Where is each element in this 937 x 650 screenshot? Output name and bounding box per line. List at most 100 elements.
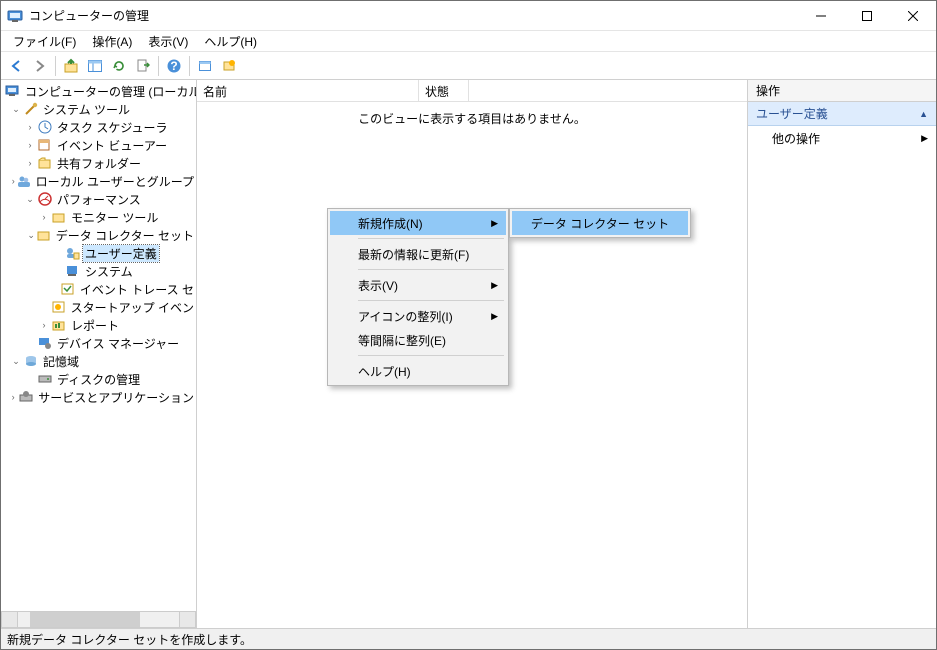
navigation-tree[interactable]: コンピューターの管理 (ローカル) ⌄ システム ツール › タスク スケジュー… — [1, 80, 196, 611]
submenu-arrow-icon: ▶ — [491, 311, 498, 322]
tree-label: ディスクの管理 — [55, 371, 142, 388]
tree-label: ユーザー定義 — [83, 245, 159, 262]
menu-view[interactable]: 表示(V) ▶ — [330, 273, 506, 297]
expand-icon[interactable]: › — [23, 120, 37, 134]
menu-new[interactable]: 新規作成(N) ▶ — [330, 211, 506, 235]
tree-label: デバイス マネージャー — [55, 335, 181, 352]
menu-align-to-grid[interactable]: 等間隔に整列(E) — [330, 328, 506, 352]
column-name[interactable]: 名前 — [197, 80, 419, 101]
actions-item-other[interactable]: 他の操作 ▶ — [748, 126, 936, 151]
tree-root[interactable]: コンピューターの管理 (ローカル) — [1, 82, 196, 100]
tree-data-collector-sets[interactable]: ⌄ データ コレクター セット — [1, 226, 196, 244]
menu-separator — [358, 269, 504, 270]
tool-export-button[interactable] — [132, 55, 154, 77]
tree-storage[interactable]: ⌄ 記憶域 — [1, 352, 196, 370]
tree-local-users[interactable]: › ローカル ユーザーとグループ — [1, 172, 196, 190]
tree-panel: コンピューターの管理 (ローカル) ⌄ システム ツール › タスク スケジュー… — [1, 80, 197, 628]
svg-text:?: ? — [170, 59, 177, 73]
close-button[interactable] — [890, 1, 936, 31]
collapse-icon[interactable]: ⌄ — [9, 354, 23, 368]
event-viewer-icon — [37, 137, 53, 153]
expand-icon[interactable]: › — [23, 156, 37, 170]
tree-task-scheduler[interactable]: › タスク スケジューラ — [1, 118, 196, 136]
scroll-left-button[interactable] — [1, 611, 18, 628]
help-icon: ? — [166, 58, 182, 74]
tool-refresh-button[interactable] — [108, 55, 130, 77]
toolbar-separator — [189, 56, 190, 76]
submenu-data-collector-set[interactable]: データ コレクター セット — [512, 211, 688, 235]
tool-new-window-button[interactable] — [218, 55, 240, 77]
tree-system-dcs[interactable]: システム — [1, 262, 196, 280]
menu-help[interactable]: ヘルプ(H) — [196, 31, 265, 52]
tools-icon — [23, 101, 39, 117]
tool-help-button[interactable]: ? — [163, 55, 185, 77]
menu-refresh[interactable]: 最新の情報に更新(F) — [330, 242, 506, 266]
scroll-thumb[interactable] — [30, 612, 140, 627]
app-icon — [7, 8, 23, 24]
tree-event-trace[interactable]: イベント トレース セ — [1, 280, 196, 298]
tool-forward-button[interactable] — [29, 55, 51, 77]
tree-performance[interactable]: ⌄ パフォーマンス — [1, 190, 196, 208]
scroll-right-button[interactable] — [179, 611, 196, 628]
services-icon — [18, 389, 34, 405]
menu-label: ヘルプ(H) — [358, 363, 411, 380]
scroll-track[interactable] — [18, 611, 179, 628]
submenu-arrow-icon: ▶ — [491, 218, 498, 229]
tree-device-manager[interactable]: デバイス マネージャー — [1, 334, 196, 352]
actions-group-title[interactable]: ユーザー定義 ▲ — [748, 102, 936, 126]
tree-label: イベント ビューアー — [55, 137, 169, 154]
maximize-button[interactable] — [844, 1, 890, 31]
minimize-icon — [816, 11, 826, 21]
tree-label: データ コレクター セット — [54, 227, 196, 244]
device-manager-icon — [37, 335, 53, 351]
collapse-icon[interactable]: ⌄ — [9, 102, 23, 116]
tree-user-defined[interactable]: ユーザー定義 — [1, 244, 196, 262]
menu-file[interactable]: ファイル(F) — [5, 31, 84, 52]
menu-action[interactable]: 操作(A) — [84, 31, 140, 52]
panels-icon — [87, 58, 103, 74]
tree-startup-event[interactable]: スタートアップ イベン — [1, 298, 196, 316]
tree-event-viewer[interactable]: › イベント ビューアー — [1, 136, 196, 154]
folder-icon — [51, 209, 67, 225]
tool-properties-button[interactable] — [194, 55, 216, 77]
tree-reports[interactable]: › レポート — [1, 316, 196, 334]
tool-up-button[interactable] — [60, 55, 82, 77]
menu-label: 最新の情報に更新(F) — [358, 246, 469, 263]
actions-item-label: 他の操作 — [772, 130, 820, 147]
user-defined-icon — [65, 245, 81, 261]
tree-services-apps[interactable]: › サービスとアプリケーション — [1, 388, 196, 406]
menu-help[interactable]: ヘルプ(H) — [330, 359, 506, 383]
expand-icon[interactable]: › — [23, 138, 37, 152]
menu-label: データ コレクター セット — [531, 215, 669, 232]
menu-bar: ファイル(F) 操作(A) 表示(V) ヘルプ(H) — [1, 31, 936, 52]
menu-view[interactable]: 表示(V) — [140, 31, 196, 52]
minimize-button[interactable] — [798, 1, 844, 31]
expand-icon[interactable]: › — [37, 318, 51, 332]
tree-disk-management[interactable]: ディスクの管理 — [1, 370, 196, 388]
submenu-arrow-icon: ▶ — [921, 133, 928, 144]
actions-panel: 操作 ユーザー定義 ▲ 他の操作 ▶ — [748, 80, 936, 628]
menu-label: 新規作成(N) — [358, 215, 423, 232]
collapse-icon[interactable]: ⌄ — [23, 192, 37, 206]
tree-label: イベント トレース セ — [78, 281, 196, 298]
list-view: 名前 状態 このビューに表示する項目はありません。 新規作成(N) ▶ 最新の情… — [197, 80, 748, 628]
new-window-icon — [221, 58, 237, 74]
tree-label: パフォーマンス — [55, 191, 143, 208]
shared-folder-icon — [37, 155, 53, 171]
menu-arrange-icons[interactable]: アイコンの整列(I) ▶ — [330, 304, 506, 328]
tree-shared-folders[interactable]: › 共有フォルダー — [1, 154, 196, 172]
tree-monitor-tools[interactable]: › モニター ツール — [1, 208, 196, 226]
tree-label: スタートアップ イベン — [69, 299, 196, 316]
app-window: コンピューターの管理 ファイル(F) 操作(A) 表示(V) ヘルプ(H) — [0, 0, 937, 650]
actions-header: 操作 — [748, 80, 936, 102]
tool-show-hide-tree-button[interactable] — [84, 55, 106, 77]
menu-separator — [358, 355, 504, 356]
column-status[interactable]: 状態 — [419, 80, 469, 101]
tree-label: モニター ツール — [69, 209, 160, 226]
tree-horizontal-scrollbar[interactable] — [1, 611, 196, 628]
tool-back-button[interactable] — [5, 55, 27, 77]
collapse-icon[interactable]: ⌄ — [26, 228, 35, 242]
expand-icon[interactable]: › — [37, 210, 51, 224]
tree-system-tools[interactable]: ⌄ システム ツール — [1, 100, 196, 118]
expand-icon[interactable]: › — [8, 390, 18, 404]
